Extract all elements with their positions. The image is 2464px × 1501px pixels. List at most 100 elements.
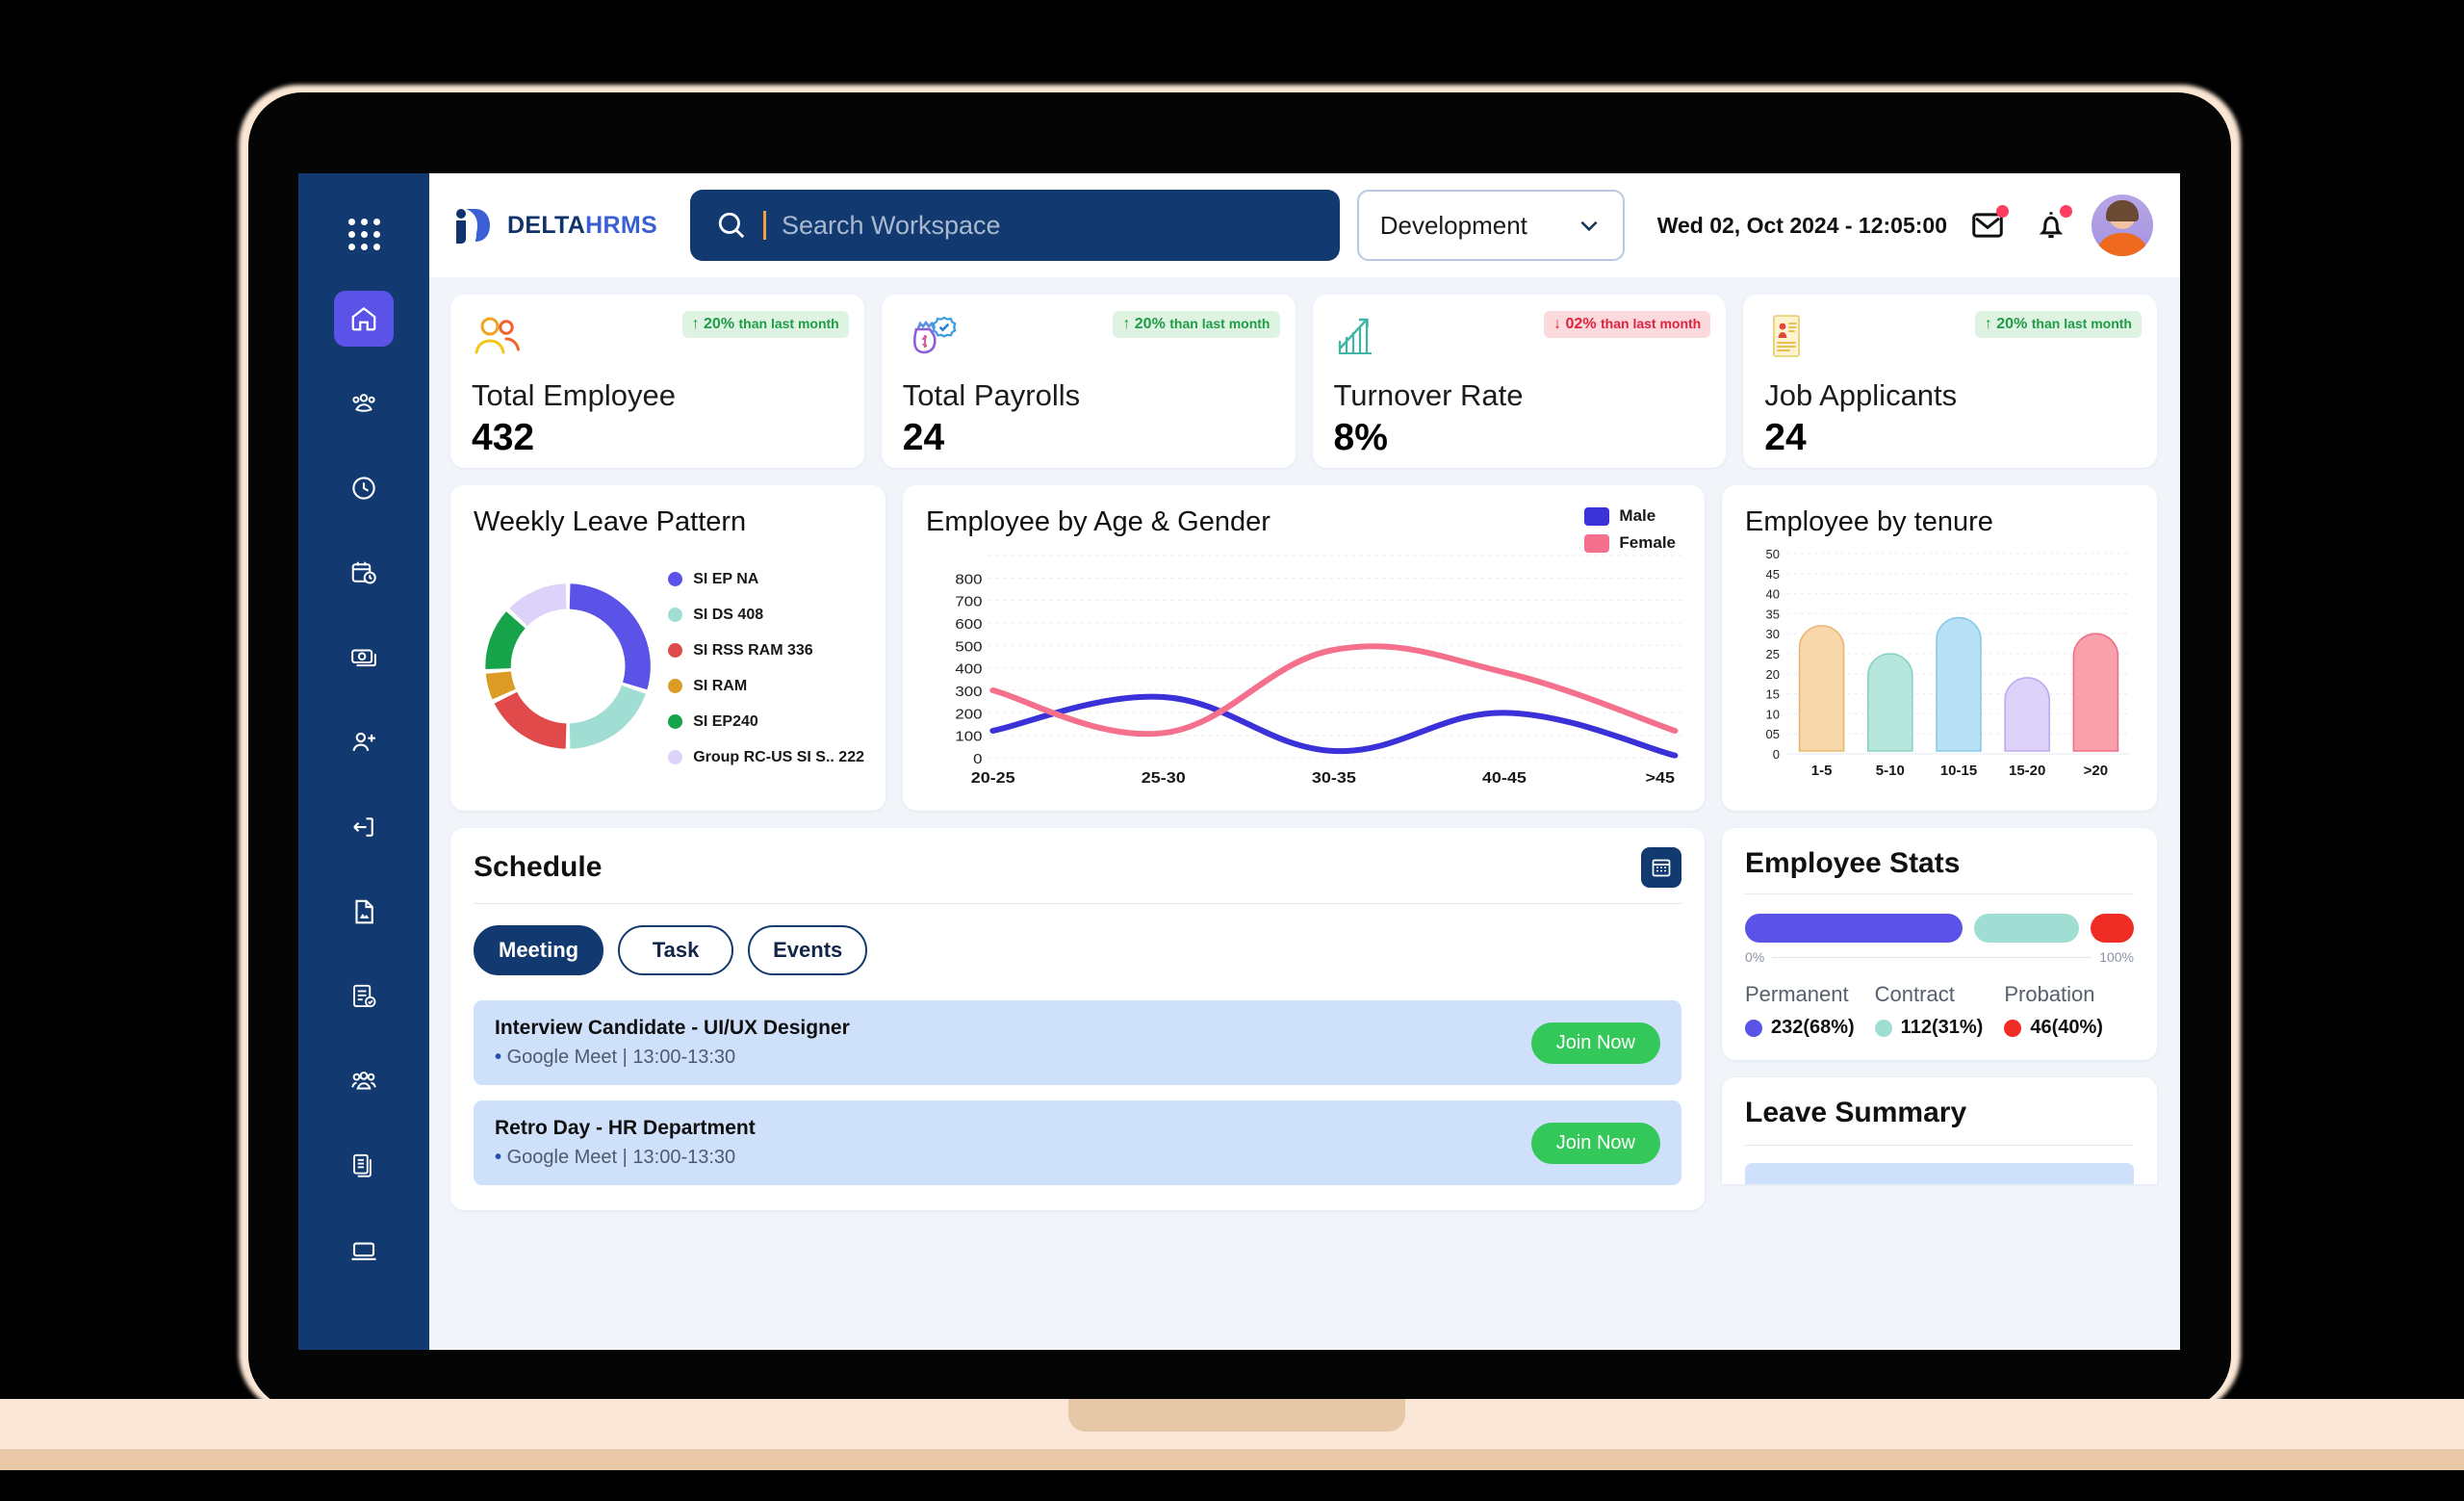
bar[interactable]: [2072, 633, 2119, 752]
app-logo[interactable]: DELTAHRMS: [450, 203, 657, 247]
y-axis-tick-label: 700: [955, 594, 982, 609]
user-avatar[interactable]: [2092, 194, 2153, 256]
current-datetime: Wed 02, Oct 2024 - 12:05:00: [1656, 212, 1947, 238]
kpi-cards: ↑ 20% than last month Total Employee 432: [450, 295, 2157, 468]
x-axis-tick-label: 30-35: [1312, 769, 1356, 787]
people-group-icon: [351, 1072, 376, 1090]
legend-item[interactable]: SI EP240: [668, 713, 864, 731]
scale-max: 100%: [2099, 949, 2134, 965]
y-axis-tick-label: 50: [1766, 547, 1780, 561]
y-axis-tick-label: 45: [1766, 567, 1780, 582]
mail-button[interactable]: [1964, 202, 2011, 248]
y-axis-tick-label: 600: [955, 617, 982, 633]
schedule-event-row: Retro Day - HR Department • Google Meet …: [474, 1100, 1681, 1185]
bar[interactable]: [1867, 653, 1913, 752]
department-select[interactable]: Development: [1356, 190, 1625, 261]
badge-subtext: than last month: [1601, 316, 1702, 331]
bar[interactable]: [2004, 677, 2050, 752]
legend-swatch: [668, 714, 683, 729]
charts-row: Weekly Leave Pattern SI EP NA SI DS 408 SI…: [450, 485, 2157, 811]
tab-meeting[interactable]: Meeting: [474, 925, 604, 975]
event-meta: • Google Meet | 13:00-13:30: [495, 1147, 736, 1168]
sidebar-item-offboarding[interactable]: [334, 799, 394, 855]
donut-slice[interactable]: [569, 583, 651, 690]
employee-stats-title: Employee Stats: [1745, 847, 2134, 894]
y-axis-tick-label: 500: [955, 639, 982, 655]
sidebar-item-home[interactable]: [334, 291, 394, 347]
legend-item[interactable]: Group RC-US SI S.. 222: [668, 749, 864, 766]
open-calendar-button[interactable]: [1641, 847, 1681, 888]
legend-label: SI RSS RAM 336: [693, 641, 813, 659]
legend-label: SI RAM: [693, 677, 748, 694]
people-icon: [475, 317, 520, 354]
sidebar-item-assets[interactable]: [334, 1223, 394, 1279]
sidebar-item-payroll[interactable]: [334, 630, 394, 686]
logout-icon: [353, 817, 373, 837]
brand-name-part2: HRMS: [585, 211, 657, 239]
sidebar-item-reports[interactable]: [334, 1138, 394, 1194]
legend-item[interactable]: SI RSS RAM 336: [668, 642, 864, 660]
y-axis-tick-label: 10: [1766, 707, 1780, 721]
legend-swatch: [668, 679, 683, 693]
file-image-icon: [355, 899, 373, 924]
sidebar-item-attendance[interactable]: [334, 460, 394, 516]
employee-stats-labels: Permanent Contract Probation: [1745, 982, 2134, 1007]
sidebar-item-team[interactable]: [334, 375, 394, 431]
donut-legend: SI EP NA SI DS 408 SI RSS RAM 336 SI RAM SI …: [668, 567, 864, 766]
stat-value-permanent: 232(68%): [1745, 1017, 1875, 1039]
legend-label: Female: [1619, 533, 1676, 552]
search-icon: [718, 212, 745, 239]
kpi-value: 24: [1764, 417, 1807, 458]
sidebar-item-apps[interactable]: [334, 206, 394, 262]
legend-item[interactable]: SI RAM: [668, 678, 864, 695]
search-bar[interactable]: [689, 190, 1340, 261]
checklist-icon: [353, 984, 376, 1008]
sidebar-item-departments[interactable]: [334, 1053, 394, 1109]
search-input[interactable]: [781, 210, 1315, 241]
stat-value-probation: 46(40%): [2004, 1017, 2134, 1039]
text-cursor: [762, 211, 766, 240]
legend-label: SI DS 408: [693, 606, 764, 623]
join-now-button[interactable]: Join Now: [1530, 1022, 1660, 1064]
money-bag-icon: [912, 316, 957, 354]
stat-label-probation: Probation: [2004, 982, 2095, 1006]
y-axis-tick-label: 300: [955, 685, 982, 700]
legend-item[interactable]: SI DS 408: [668, 607, 864, 624]
status-badge: ↑ 20% than last month: [1974, 311, 2142, 338]
sidebar-item-tasks[interactable]: [334, 969, 394, 1024]
x-axis-tick-label: 25-30: [1142, 769, 1186, 787]
event-title: Interview Candidate - UI/UX Designer: [495, 1017, 850, 1039]
y-axis-tick-label: 40: [1766, 587, 1780, 602]
stat-bar-segment: [1974, 914, 2080, 943]
stat-bar-segment: [2091, 914, 2134, 943]
join-now-button[interactable]: Join Now: [1530, 1122, 1660, 1164]
legend-swatch: [668, 643, 683, 658]
donut-slice[interactable]: [569, 685, 646, 749]
sidebar-item-leave[interactable]: [334, 545, 394, 601]
x-axis-tick-label: >20: [2084, 763, 2108, 779]
donut-slice[interactable]: [494, 691, 567, 749]
tab-events[interactable]: Events: [748, 925, 868, 975]
schedule-header: Schedule: [474, 847, 1681, 904]
bar[interactable]: [1936, 616, 1982, 752]
donut-slice[interactable]: [509, 583, 567, 627]
legend-label: Male: [1619, 506, 1656, 525]
y-axis-tick-label: 800: [955, 572, 982, 587]
kpi-card-total-payrolls: ↑ 20% than last month Total Payrolls 24: [881, 295, 1296, 468]
legend-item[interactable]: SI EP NA: [668, 571, 864, 588]
leave-summary-title: Leave Summary: [1745, 1097, 2134, 1146]
sidebar-item-documents-image[interactable]: [334, 884, 394, 940]
notifications-button[interactable]: [2028, 202, 2074, 248]
bar[interactable]: [1798, 625, 1845, 752]
tab-task[interactable]: Task: [618, 925, 734, 975]
event-meta: • Google Meet | 13:00-13:30: [495, 1047, 736, 1068]
weekly-leave-pattern-card: Weekly Leave Pattern SI EP NA SI DS 408 SI…: [450, 485, 886, 811]
legend-item[interactable]: Female: [1584, 533, 1676, 553]
donut-slice[interactable]: [485, 611, 526, 669]
grid-apps-icon: [347, 218, 380, 250]
badge-subtext: than last month: [2031, 316, 2132, 331]
legend-item[interactable]: Male: [1584, 506, 1676, 526]
schedule-title: Schedule: [474, 851, 603, 883]
sidebar-item-recruitment[interactable]: [334, 714, 394, 770]
kpi-value: 8%: [1333, 417, 1388, 458]
